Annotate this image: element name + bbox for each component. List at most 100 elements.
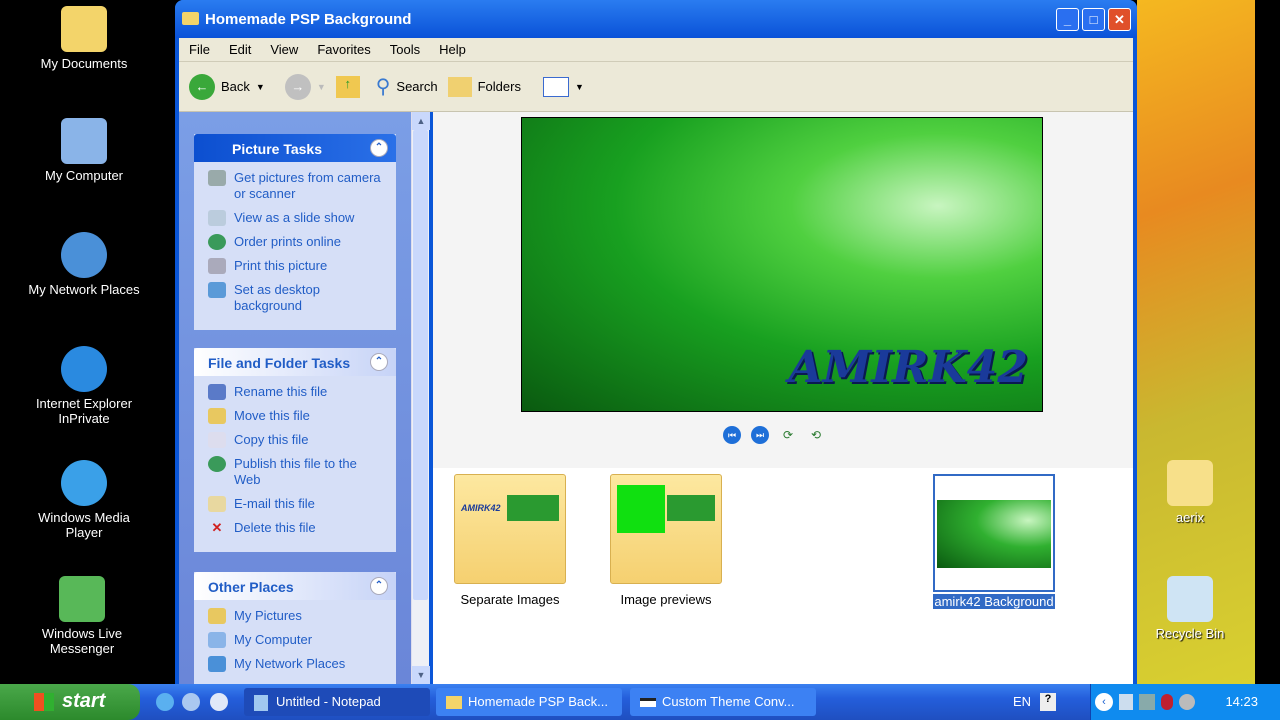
menu-help[interactable]: Help bbox=[439, 42, 466, 61]
image-thumbnail bbox=[933, 474, 1055, 592]
menu-view[interactable]: View bbox=[270, 42, 298, 61]
task-set-desktop[interactable]: Set as desktop background bbox=[208, 282, 386, 314]
previous-image-button[interactable]: ⏮ bbox=[723, 426, 741, 444]
desktop-icon-network[interactable]: My Network Places bbox=[19, 232, 149, 297]
help-icon[interactable]: ? bbox=[1040, 693, 1056, 711]
filmstrip-preview-area: AMIRK42 ⏮ ⏭ ⟳ ⟲ bbox=[433, 112, 1133, 468]
desktop-icon-recycle-bin[interactable]: Recycle Bin bbox=[1125, 576, 1255, 641]
picture-tasks-header[interactable]: Picture Tasks ⌃ bbox=[194, 134, 396, 162]
menu-bar: File Edit View Favorites Tools Help bbox=[179, 38, 1133, 62]
file-name: Separate Images bbox=[460, 592, 560, 607]
network-tray-icon[interactable] bbox=[1139, 694, 1155, 710]
collapse-icon[interactable]: ⌃ bbox=[370, 577, 388, 595]
desktop-icon-ie[interactable]: Internet Explorer InPrivate bbox=[19, 346, 149, 426]
desktop-icon-my-computer[interactable]: My Computer bbox=[19, 118, 149, 183]
up-button[interactable]: ↑ bbox=[335, 75, 360, 98]
toolbar: ← Back ▼ → ▼ ↑ ⚲ Search Folders ▼ bbox=[179, 62, 1133, 112]
task-publish[interactable]: Publish this file to the Web bbox=[208, 456, 386, 488]
folder-icon bbox=[182, 12, 199, 25]
task-rename[interactable]: Rename this file bbox=[208, 384, 386, 400]
icon-label: Windows Live Messenger bbox=[41, 626, 123, 656]
scroll-thumb[interactable] bbox=[413, 130, 428, 600]
start-label: start bbox=[62, 690, 106, 712]
icon-label: Recycle Bin bbox=[1155, 626, 1225, 641]
title-bar[interactable]: Homemade PSP Background _ □ ✕ bbox=[175, 0, 1137, 38]
task-copy[interactable]: Copy this file bbox=[208, 432, 386, 448]
task-label: Move this file bbox=[234, 408, 310, 423]
rotate-clockwise-button[interactable]: ⟳ bbox=[779, 426, 797, 444]
menu-favorites[interactable]: Favorites bbox=[317, 42, 370, 61]
task-delete[interactable]: ✕ Delete this file bbox=[208, 520, 386, 536]
other-places-header[interactable]: Other Places ⌃ bbox=[194, 572, 396, 600]
place-my-computer[interactable]: My Computer bbox=[208, 632, 386, 648]
desktop-icon-my-documents[interactable]: My Documents bbox=[19, 6, 149, 71]
task-label: Rename this file bbox=[234, 384, 328, 399]
file-name: Image previews bbox=[620, 592, 712, 607]
window-title: Homemade PSP Background bbox=[205, 11, 412, 28]
task-move[interactable]: Move this file bbox=[208, 408, 386, 424]
task-email[interactable]: E-mail this file bbox=[208, 496, 386, 512]
computer-icon bbox=[208, 632, 226, 648]
task-custom-theme[interactable]: Custom Theme Conv... bbox=[630, 688, 816, 716]
clock[interactable]: 14:23 bbox=[1225, 694, 1258, 709]
task-order-prints[interactable]: Order prints online bbox=[208, 234, 386, 250]
task-label: Publish this file to the Web bbox=[234, 456, 357, 487]
forward-button[interactable]: → ▼ bbox=[284, 73, 326, 100]
task-label: Untitled - Notepad bbox=[276, 694, 381, 709]
taskbar: start Untitled - Notepad Homemade PSP Ba… bbox=[0, 684, 1280, 720]
image-preview: AMIRK42 bbox=[521, 117, 1043, 412]
minimize-button[interactable]: _ bbox=[1056, 8, 1079, 31]
task-pane: Picture Tasks ⌃ Get pictures from camera … bbox=[179, 112, 411, 688]
system-tray: ‹ 14:23 bbox=[1090, 684, 1280, 720]
maximize-button[interactable]: □ bbox=[1082, 8, 1105, 31]
desktop-icon-messenger[interactable]: Windows Live Messenger bbox=[17, 576, 147, 656]
file-tasks-panel: File and Folder Tasks ⌃ Rename this file … bbox=[194, 348, 396, 552]
desktop-icon-wmp[interactable]: Windows Media Player bbox=[19, 460, 149, 540]
menu-file[interactable]: File bbox=[189, 42, 210, 61]
file-tasks-header[interactable]: File and Folder Tasks ⌃ bbox=[194, 348, 396, 376]
start-button[interactable]: start bbox=[0, 684, 140, 720]
scroll-down-icon[interactable]: ▼ bbox=[412, 666, 430, 684]
preview-logo-text: AMIRK42 bbox=[788, 342, 1028, 393]
menu-edit[interactable]: Edit bbox=[229, 42, 251, 61]
folder-icon bbox=[208, 608, 226, 624]
scroll-up-icon[interactable]: ▲ bbox=[412, 112, 430, 130]
task-slide-show[interactable]: View as a slide show bbox=[208, 210, 386, 226]
media-player-quicklaunch-icon[interactable] bbox=[210, 693, 228, 711]
show-hidden-icons-button[interactable]: ‹ bbox=[1095, 693, 1113, 711]
camera-icon bbox=[208, 170, 226, 186]
place-my-pictures[interactable]: My Pictures bbox=[208, 608, 386, 624]
language-indicator[interactable]: EN bbox=[1013, 694, 1031, 709]
desktop-icon-aerix[interactable]: aerix bbox=[1125, 460, 1255, 525]
tray-app-icon[interactable] bbox=[1179, 694, 1195, 710]
rotate-counterclockwise-button[interactable]: ⟲ bbox=[807, 426, 825, 444]
icon-label: Internet Explorer InPrivate bbox=[35, 396, 133, 426]
task-print[interactable]: Print this picture bbox=[208, 258, 386, 274]
picture-tasks-panel: Picture Tasks ⌃ Get pictures from camera … bbox=[194, 134, 396, 330]
security-tray-icon[interactable] bbox=[1161, 694, 1173, 710]
task-get-pictures[interactable]: Get pictures from camera or scanner bbox=[208, 170, 386, 202]
task-pane-scrollbar[interactable]: ▲ ▼ bbox=[411, 112, 430, 684]
task-notepad[interactable]: Untitled - Notepad bbox=[244, 688, 430, 716]
close-button[interactable]: ✕ bbox=[1108, 8, 1131, 31]
search-button[interactable]: ⚲ Search bbox=[376, 74, 438, 99]
collapse-icon[interactable]: ⌃ bbox=[370, 139, 388, 157]
desktop-icon bbox=[208, 282, 226, 298]
menu-tools[interactable]: Tools bbox=[390, 42, 420, 61]
place-network[interactable]: My Network Places bbox=[208, 656, 386, 672]
volume-icon[interactable] bbox=[1119, 694, 1133, 710]
file-image-previews[interactable]: Image previews bbox=[605, 474, 727, 607]
folder-icon bbox=[446, 696, 462, 709]
icon-label: Windows Media Player bbox=[38, 510, 130, 540]
back-button[interactable]: ← Back ▼ bbox=[189, 73, 265, 100]
file-amirk42-background[interactable]: amirk42 Background bbox=[933, 474, 1055, 609]
file-separate-images[interactable]: AMIRK42 Separate Images bbox=[449, 474, 571, 607]
collapse-icon[interactable]: ⌃ bbox=[370, 353, 388, 371]
next-image-button[interactable]: ⏭ bbox=[751, 426, 769, 444]
quicklaunch-icon[interactable] bbox=[182, 693, 200, 711]
views-button[interactable]: ▼ bbox=[542, 76, 584, 97]
task-label: Print this picture bbox=[234, 258, 328, 273]
task-explorer[interactable]: Homemade PSP Back... bbox=[436, 688, 622, 716]
ie-quicklaunch-icon[interactable] bbox=[156, 693, 174, 711]
folders-button[interactable]: Folders bbox=[447, 76, 521, 97]
